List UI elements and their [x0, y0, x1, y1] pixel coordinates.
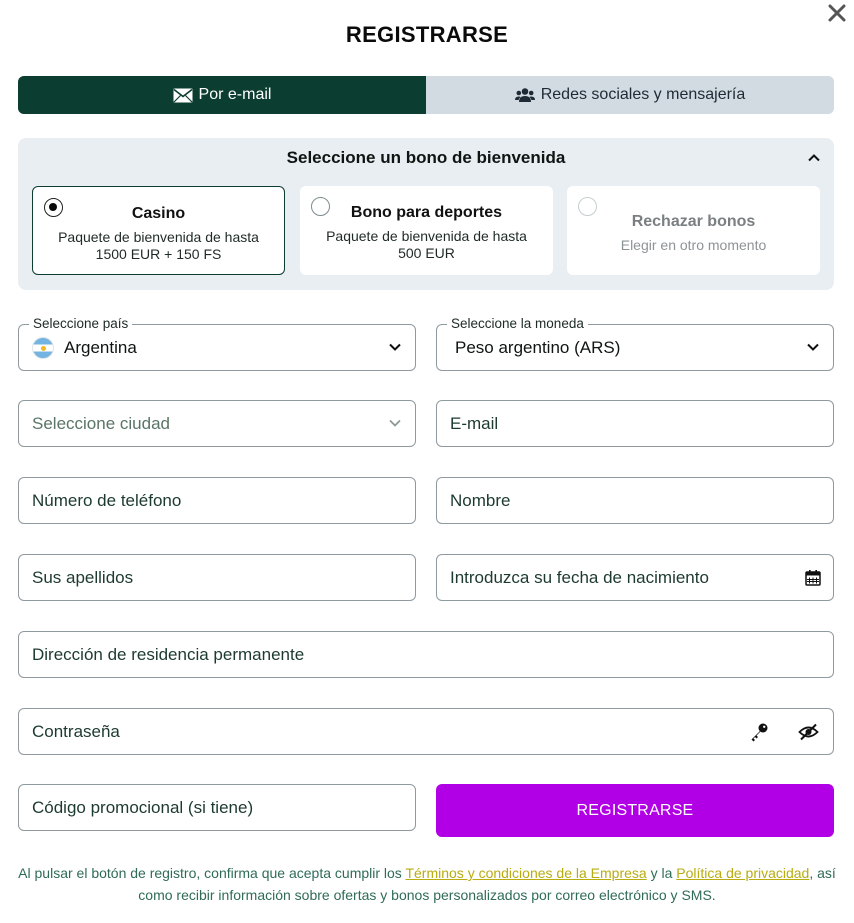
currency-value: Peso argentino (ARS)	[455, 337, 621, 357]
chevron-down-icon	[805, 339, 821, 355]
country-label: Seleccione país	[29, 316, 133, 331]
collapse-button[interactable]	[806, 150, 822, 166]
page-title: REGISTRARSE	[345, 22, 509, 47]
city-placeholder: Seleccione ciudad	[32, 413, 170, 433]
tab-email[interactable]: Por e-mail	[18, 76, 426, 114]
surname-placeholder: Sus apellidos	[32, 567, 134, 587]
tab-social-label: Redes sociales y mensajería	[540, 86, 746, 103]
tab-social[interactable]: Redes sociales y mensajería	[426, 76, 834, 114]
birthdate-field[interactable]: Introduzca su fecha de nacimiento	[436, 554, 834, 601]
bonus-panel: Seleccione un bono de bienvenida Casino …	[18, 138, 834, 290]
email-placeholder: E-mail	[450, 413, 499, 433]
bonus-option-name: Casino	[131, 205, 186, 222]
bonus-option-sports[interactable]: Bono para deportes Paquete de bienvenida…	[300, 186, 553, 275]
name-placeholder: Nombre	[450, 490, 511, 510]
chevron-up-icon	[808, 154, 820, 162]
address-placeholder: Dirección de residencia permanente	[32, 644, 305, 664]
argentina-flag-icon	[32, 336, 54, 359]
registration-method-tabs: Por e-mail Redes sociales y mensajería	[18, 76, 834, 114]
bonus-option-desc: Elegir en otro momento	[620, 237, 767, 253]
eye-slash-icon[interactable]	[798, 723, 819, 746]
country-value: Argentina	[64, 337, 137, 357]
bonus-option-desc: Paquete de bienvenida de hasta 500 EUR	[326, 228, 527, 261]
close-button[interactable]	[824, 0, 850, 26]
bonus-heading: Seleccione un bono de bienvenida	[286, 148, 566, 167]
bonus-option-casino[interactable]: Casino Paquete de bienvenida de hasta 15…	[32, 186, 285, 275]
calendar-icon[interactable]	[805, 569, 821, 586]
radio-decline[interactable]	[578, 197, 597, 216]
name-field[interactable]: Nombre	[436, 477, 834, 524]
promo-placeholder: Código promocional (si tiene)	[32, 797, 254, 817]
users-icon	[514, 87, 535, 103]
register-button[interactable]: REGISTRARSE	[436, 784, 834, 837]
legal-text-1: Al pulsar el botón de registro, confirma…	[18, 865, 402, 881]
legal-notice: Al pulsar el botón de registro, confirma…	[0, 862, 854, 906]
password-placeholder: Contraseña	[32, 721, 120, 741]
terms-link[interactable]: Términos y condiciones de la Empresa	[405, 865, 646, 881]
bonus-option-name: Rechazar bonos	[631, 213, 756, 230]
radio-casino[interactable]	[44, 198, 63, 217]
surname-field[interactable]: Sus apellidos	[18, 554, 416, 601]
legal-text-2: y la	[650, 865, 673, 881]
phone-placeholder: Número de teléfono	[32, 490, 182, 510]
radio-sports[interactable]	[311, 197, 330, 216]
currency-label: Seleccione la moneda	[447, 316, 588, 331]
city-select[interactable]: Seleccione ciudad	[18, 400, 416, 447]
phone-field[interactable]: Número de teléfono	[18, 477, 416, 524]
country-select[interactable]: Seleccione país Argentina	[18, 316, 416, 371]
chevron-down-icon	[387, 339, 403, 355]
bonus-option-desc: Paquete de bienvenida de hasta 1500 EUR …	[58, 229, 259, 262]
address-field[interactable]: Dirección de residencia permanente	[18, 631, 834, 678]
envelope-icon	[173, 88, 193, 103]
birthdate-placeholder: Introduzca su fecha de nacimiento	[450, 567, 709, 587]
password-field[interactable]: Contraseña	[18, 708, 834, 755]
key-icon[interactable]	[749, 722, 769, 747]
tab-email-label: Por e-mail	[198, 86, 272, 103]
close-icon	[828, 4, 846, 22]
email-field[interactable]: E-mail	[436, 400, 834, 447]
bonus-option-decline[interactable]: Rechazar bonos Elegir en otro momento	[567, 186, 820, 275]
bonus-option-name: Bono para deportes	[350, 204, 503, 221]
currency-select[interactable]: Seleccione la moneda Peso argentino (ARS…	[436, 316, 834, 371]
chevron-down-icon	[387, 415, 403, 431]
promo-code-field[interactable]: Código promocional (si tiene)	[18, 784, 416, 831]
privacy-link[interactable]: Política de privacidad	[676, 865, 809, 881]
